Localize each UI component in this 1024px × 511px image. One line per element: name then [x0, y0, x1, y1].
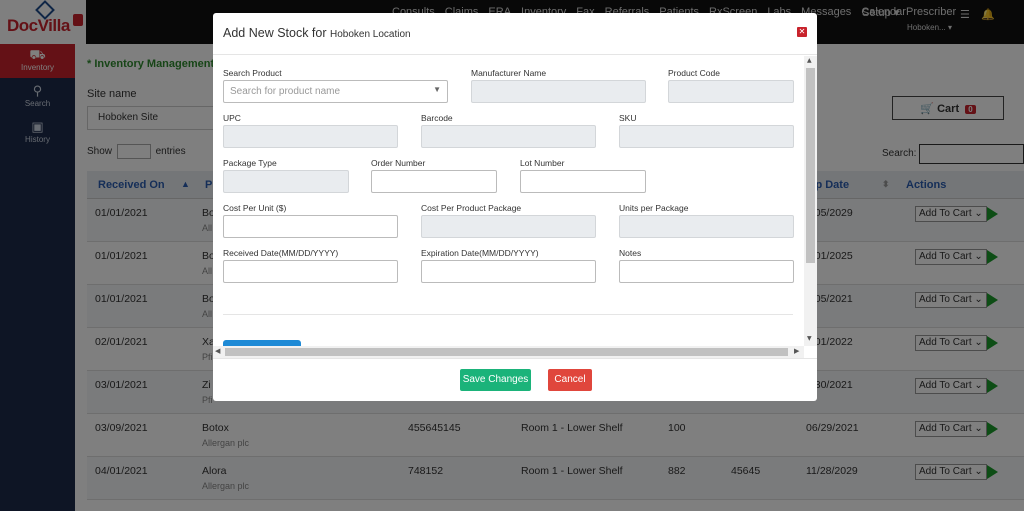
- modal-title-location: Hoboken Location: [330, 29, 411, 40]
- vertical-scrollbar[interactable]: ▲ ▼: [804, 56, 817, 346]
- modal-title: Add New Stock for Hoboken Location: [223, 26, 411, 40]
- product-code-label: Product Code: [668, 68, 720, 78]
- cost-per-package-label: Cost Per Product Package: [421, 203, 522, 213]
- sku-label: SKU: [619, 113, 637, 123]
- package-type-label: Package Type: [223, 158, 277, 168]
- units-per-package-label: Units per Package: [619, 203, 689, 213]
- horizontal-scrollbar[interactable]: ◀ ▶: [213, 346, 804, 358]
- cost-per-package-field: [421, 215, 596, 238]
- cost-per-unit-input[interactable]: [223, 215, 398, 238]
- upc-field: [223, 125, 398, 148]
- received-date-label: Received Date(MM/DD/YYYY): [223, 248, 339, 258]
- save-changes-button[interactable]: Save Changes: [460, 369, 531, 391]
- add-stock-modal: Add New Stock for Hoboken Location ✕ Sea…: [213, 13, 817, 401]
- expiration-date-input[interactable]: [421, 260, 596, 283]
- scrollbar-thumb[interactable]: [225, 348, 788, 356]
- received-date-input[interactable]: [223, 260, 398, 283]
- scrollbar-thumb[interactable]: [806, 68, 815, 263]
- modal-header: Add New Stock for Hoboken Location ✕: [213, 13, 817, 55]
- modal-footer: Save Changes Cancel: [213, 358, 817, 401]
- manufacturer-label: Manufacturer Name: [471, 68, 547, 78]
- search-product-select[interactable]: Search for product name ▼: [223, 80, 448, 103]
- notes-label: Notes: [619, 248, 642, 258]
- scroll-up-icon[interactable]: ▲: [807, 57, 812, 64]
- manufacturer-field: [471, 80, 646, 103]
- expiration-date-label: Expiration Date(MM/DD/YYYY): [421, 248, 539, 258]
- upc-label: UPC: [223, 113, 241, 123]
- order-number-label: Order Number: [371, 158, 426, 168]
- lot-number-input[interactable]: [520, 170, 646, 193]
- search-product-label: Search Product: [223, 68, 282, 78]
- scroll-left-icon[interactable]: ◀: [215, 347, 220, 355]
- units-per-package-field: [619, 215, 794, 238]
- sku-field: [619, 125, 794, 148]
- modal-body: Search Product Search for product name ▼…: [213, 56, 803, 346]
- barcode-field: [421, 125, 596, 148]
- search-product-placeholder: Search for product name: [230, 86, 341, 97]
- lot-number-label: Lot Number: [520, 158, 565, 168]
- chevron-down-icon: ▼: [433, 85, 441, 94]
- product-code-field: [668, 80, 794, 103]
- barcode-label: Barcode: [421, 113, 453, 123]
- cancel-button[interactable]: Cancel: [548, 369, 592, 391]
- scroll-down-icon[interactable]: ▼: [807, 335, 812, 342]
- close-icon[interactable]: ✕: [797, 27, 807, 37]
- cost-per-unit-label: Cost Per Unit ($): [223, 203, 287, 213]
- scroll-right-icon[interactable]: ▶: [794, 347, 799, 355]
- order-number-input[interactable]: [371, 170, 497, 193]
- package-type-field: [223, 170, 349, 193]
- notes-input[interactable]: [619, 260, 794, 283]
- modal-title-text: Add New Stock for: [223, 26, 327, 40]
- modal-divider: [223, 314, 793, 315]
